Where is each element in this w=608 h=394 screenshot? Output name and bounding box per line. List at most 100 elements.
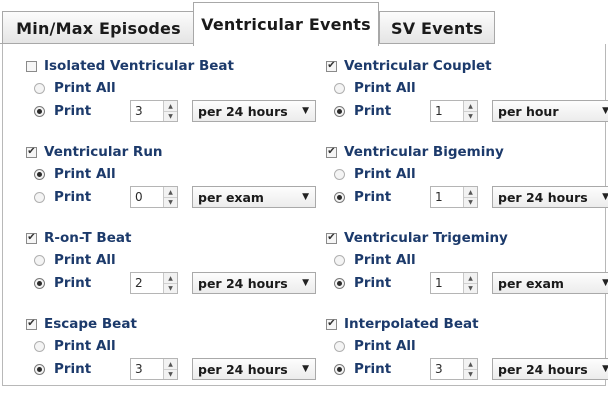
chevron-down-icon: ▼ bbox=[602, 192, 608, 202]
print-all-option[interactable]: Print All bbox=[34, 336, 116, 356]
count-stepper[interactable]: 3 ▲ ▼ bbox=[130, 358, 178, 380]
tab-bar: Min/Max Episodes SV Events Ventricular E… bbox=[0, 0, 608, 46]
caret-up-icon[interactable]: ▲ bbox=[164, 273, 177, 283]
caret-down-icon[interactable]: ▼ bbox=[164, 369, 177, 379]
event-checkbox[interactable] bbox=[26, 60, 37, 72]
tab-min-max-episodes[interactable]: Min/Max Episodes bbox=[2, 11, 195, 44]
count-value[interactable]: 1 bbox=[435, 190, 443, 204]
print-all-label: Print All bbox=[54, 166, 116, 182]
print-all-radio[interactable] bbox=[34, 340, 45, 352]
count-stepper[interactable]: 2 ▲ ▼ bbox=[130, 272, 178, 294]
tab-sv-events[interactable]: SV Events bbox=[379, 11, 495, 44]
period-dropdown[interactable]: per 24 hours ▼ bbox=[192, 358, 316, 380]
print-all-radio[interactable] bbox=[34, 82, 45, 94]
print-all-option[interactable]: Print All bbox=[34, 250, 116, 270]
caret-up-icon[interactable]: ▲ bbox=[464, 273, 477, 283]
print-radio[interactable] bbox=[34, 277, 45, 289]
caret-up-icon[interactable]: ▲ bbox=[464, 187, 477, 197]
period-dropdown[interactable]: per hour ▼ bbox=[492, 100, 608, 122]
period-dropdown[interactable]: per 24 hours ▼ bbox=[492, 358, 608, 380]
count-stepper[interactable]: 1 ▲ ▼ bbox=[430, 186, 478, 208]
event-checkbox-row[interactable]: ✔ R-on-T Beat bbox=[26, 228, 131, 248]
print-option[interactable]: Print bbox=[334, 189, 391, 205]
print-all-radio[interactable] bbox=[334, 82, 345, 94]
count-value[interactable]: 0 bbox=[135, 190, 143, 204]
count-stepper[interactable]: 1 ▲ ▼ bbox=[430, 100, 478, 122]
event-checkbox-row[interactable]: ✔ Ventricular Run bbox=[26, 142, 163, 162]
event-checkbox[interactable]: ✔ bbox=[26, 318, 37, 330]
print-option[interactable]: Print bbox=[34, 189, 91, 205]
print-all-option[interactable]: Print All bbox=[34, 164, 116, 184]
print-radio[interactable] bbox=[334, 105, 345, 117]
count-value[interactable]: 1 bbox=[435, 276, 443, 290]
count-stepper[interactable]: 3 ▲ ▼ bbox=[430, 358, 478, 380]
print-option[interactable]: Print bbox=[334, 275, 391, 291]
count-stepper[interactable]: 0 ▲ ▼ bbox=[130, 186, 178, 208]
event-checkbox-row[interactable]: ✔ Ventricular Bigeminy bbox=[326, 142, 504, 162]
print-option[interactable]: Print bbox=[34, 103, 91, 119]
print-option[interactable]: Print bbox=[34, 275, 91, 291]
print-label: Print bbox=[54, 103, 92, 119]
print-all-label: Print All bbox=[54, 338, 116, 354]
period-dropdown[interactable]: per 24 hours ▼ bbox=[192, 272, 316, 294]
print-all-option[interactable]: Print All bbox=[34, 78, 116, 98]
caret-up-icon[interactable]: ▲ bbox=[164, 359, 177, 369]
print-count-option: Print 1 ▲ ▼ per 24 hours ▼ bbox=[334, 186, 608, 210]
count-stepper[interactable]: 1 ▲ ▼ bbox=[430, 272, 478, 294]
count-stepper[interactable]: 3 ▲ ▼ bbox=[130, 100, 178, 122]
period-dropdown[interactable]: per exam ▼ bbox=[492, 272, 608, 294]
print-all-radio[interactable] bbox=[34, 254, 45, 266]
count-value[interactable]: 3 bbox=[135, 362, 143, 376]
caret-down-icon[interactable]: ▼ bbox=[464, 283, 477, 293]
print-option[interactable]: Print bbox=[334, 103, 391, 119]
event-checkbox[interactable]: ✔ bbox=[326, 60, 337, 72]
print-all-option[interactable]: Print All bbox=[334, 164, 416, 184]
count-value[interactable]: 2 bbox=[135, 276, 143, 290]
print-option[interactable]: Print bbox=[34, 361, 91, 377]
caret-up-icon[interactable]: ▲ bbox=[164, 101, 177, 111]
count-value[interactable]: 3 bbox=[135, 104, 143, 118]
print-all-radio[interactable] bbox=[334, 254, 345, 266]
caret-down-icon[interactable]: ▼ bbox=[464, 369, 477, 379]
print-radio[interactable] bbox=[34, 105, 45, 117]
period-dropdown[interactable]: per 24 hours ▼ bbox=[492, 186, 608, 208]
event-checkbox[interactable]: ✔ bbox=[326, 232, 337, 244]
print-radio[interactable] bbox=[34, 363, 45, 375]
event-checkbox-row[interactable]: ✔ Ventricular Couplet bbox=[326, 56, 492, 76]
event-checkbox-row[interactable]: ✔ Escape Beat bbox=[26, 314, 137, 334]
event-checkbox-row[interactable]: ✔ Interpolated Beat bbox=[326, 314, 479, 334]
print-all-option[interactable]: Print All bbox=[334, 336, 416, 356]
caret-up-icon[interactable]: ▲ bbox=[464, 359, 477, 369]
print-all-option[interactable]: Print All bbox=[334, 78, 416, 98]
period-dropdown[interactable]: per exam ▼ bbox=[192, 186, 316, 208]
caret-down-icon[interactable]: ▼ bbox=[164, 197, 177, 207]
count-value[interactable]: 1 bbox=[435, 104, 443, 118]
caret-down-icon[interactable]: ▼ bbox=[164, 111, 177, 121]
event-checkbox-row[interactable]: ✔ Ventricular Trigeminy bbox=[326, 228, 508, 248]
tab-ventricular-events[interactable]: Ventricular Events bbox=[193, 2, 379, 46]
print-option[interactable]: Print bbox=[334, 361, 391, 377]
caret-up-icon[interactable]: ▲ bbox=[164, 187, 177, 197]
count-value[interactable]: 3 bbox=[435, 362, 443, 376]
print-radio[interactable] bbox=[334, 277, 345, 289]
caret-up-icon[interactable]: ▲ bbox=[464, 101, 477, 111]
print-radio[interactable] bbox=[34, 191, 45, 203]
caret-down-icon[interactable]: ▼ bbox=[464, 111, 477, 121]
print-label: Print bbox=[54, 275, 92, 291]
print-all-radio[interactable] bbox=[34, 168, 45, 180]
event-checkbox[interactable]: ✔ bbox=[326, 146, 337, 158]
print-radio[interactable] bbox=[334, 191, 345, 203]
event-title: Ventricular Bigeminy bbox=[344, 144, 504, 160]
print-radio[interactable] bbox=[334, 363, 345, 375]
event-checkbox[interactable]: ✔ bbox=[326, 318, 337, 330]
event-checkbox-row[interactable]: Isolated Ventricular Beat bbox=[26, 56, 234, 76]
print-label: Print bbox=[354, 189, 392, 205]
print-all-radio[interactable] bbox=[334, 340, 345, 352]
period-dropdown[interactable]: per 24 hours ▼ bbox=[192, 100, 316, 122]
event-checkbox[interactable]: ✔ bbox=[26, 146, 37, 158]
caret-down-icon[interactable]: ▼ bbox=[164, 283, 177, 293]
print-all-option[interactable]: Print All bbox=[334, 250, 416, 270]
event-checkbox[interactable]: ✔ bbox=[26, 232, 37, 244]
print-all-radio[interactable] bbox=[334, 168, 345, 180]
caret-down-icon[interactable]: ▼ bbox=[464, 197, 477, 207]
